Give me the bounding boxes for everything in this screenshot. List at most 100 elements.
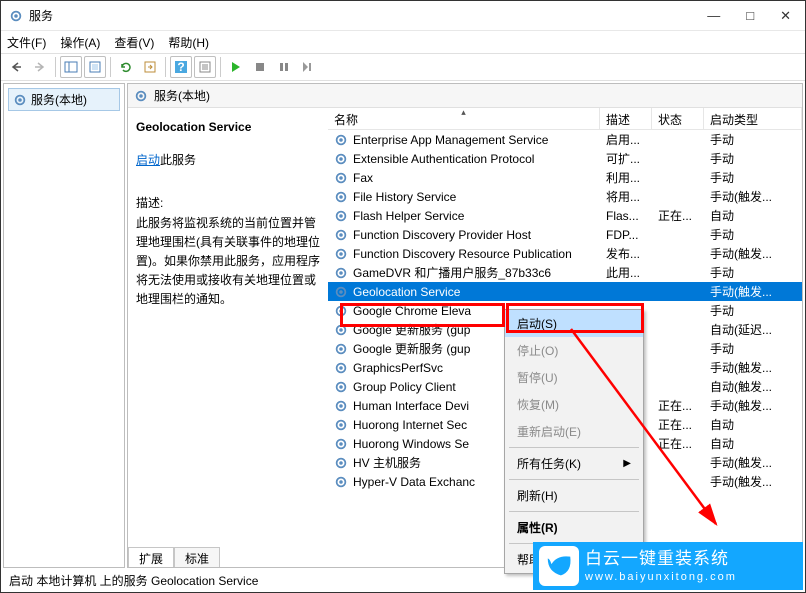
separator (110, 57, 111, 77)
watermark: 白云一键重装系统 www.baiyunxitong.com (533, 542, 803, 590)
column-name[interactable]: 名称▴ (328, 108, 600, 129)
service-icon (334, 304, 348, 318)
service-type: 手动 (704, 340, 802, 357)
service-status: 正在... (652, 207, 704, 224)
ctx-restart: 重新启动(E) (505, 418, 643, 445)
minimize-button[interactable]: — (707, 8, 720, 24)
service-desc: 将用... (600, 188, 652, 205)
table-row[interactable]: GameDVR 和广播用户服务_87b33c6此用...手动 (328, 263, 802, 282)
detail-panel: Geolocation Service 启动此服务 描述: 此服务将监视系统的当… (128, 108, 328, 567)
status-text: 启动 本地计算机 上的服务 Geolocation Service (9, 572, 258, 589)
service-type: 自动(触发... (704, 378, 802, 395)
service-desc: 发布... (600, 245, 652, 262)
tree-node-services-local[interactable]: 服务(本地) (8, 88, 120, 111)
column-desc[interactable]: 描述 (600, 108, 652, 129)
service-desc: 利用... (600, 169, 652, 186)
service-name: Huorong Internet Sec (353, 418, 467, 432)
service-name: Extensible Authentication Protocol (353, 152, 534, 166)
forward-button[interactable] (29, 56, 51, 78)
service-type: 自动 (704, 207, 802, 224)
menu-action[interactable]: 操作(A) (60, 34, 100, 51)
ctx-refresh[interactable]: 刷新(H) (505, 482, 643, 509)
ctx-properties[interactable]: 属性(R) (505, 514, 643, 541)
start-service-suffix: 此服务 (160, 153, 196, 167)
table-row[interactable]: Enterprise App Management Service启用...手动 (328, 130, 802, 149)
service-icon (334, 285, 348, 299)
service-icon (334, 190, 348, 204)
tab-standard[interactable]: 标准 (174, 547, 220, 567)
toolbar: ? (1, 53, 805, 81)
service-name: Hyper-V Data Exchanc (353, 475, 475, 489)
context-menu: 启动(S) 停止(O) 暂停(U) 恢复(M) 重新启动(E) 所有任务(K)▶… (504, 309, 644, 574)
service-type: 手动 (704, 150, 802, 167)
content-header: 服务(本地) (128, 84, 802, 108)
content-pane: 服务(本地) Geolocation Service 启动此服务 描述: 此服务… (127, 83, 803, 568)
stop-service-button[interactable] (249, 56, 271, 78)
content-header-title: 服务(本地) (154, 87, 210, 104)
list-header: 名称▴ 描述 状态 启动类型 (328, 108, 802, 130)
main-area: 服务(本地) 服务(本地) Geolocation Service 启动此服务 … (3, 83, 803, 568)
export-list-button[interactable] (84, 56, 106, 78)
help-button[interactable]: ? (170, 56, 192, 78)
tab-extended[interactable]: 扩展 (128, 547, 174, 567)
table-row[interactable]: Extensible Authentication Protocol可扩...手… (328, 149, 802, 168)
pause-service-button[interactable] (273, 56, 295, 78)
start-service-link[interactable]: 启动 (136, 153, 160, 167)
service-name: Google 更新服务 (gup (353, 340, 470, 357)
service-name: Enterprise App Management Service (353, 133, 548, 147)
table-row[interactable]: Function Discovery Provider HostFDP...手动 (328, 225, 802, 244)
service-name: File History Service (353, 190, 456, 204)
refresh-button[interactable] (115, 56, 137, 78)
service-type: 手动(触发... (704, 283, 802, 300)
service-icon (334, 209, 348, 223)
service-status: 正在... (652, 435, 704, 452)
start-service-line: 启动此服务 (136, 151, 320, 170)
service-type: 手动(触发... (704, 397, 802, 414)
ctx-all-tasks[interactable]: 所有任务(K)▶ (505, 450, 643, 477)
menu-view[interactable]: 查看(V) (114, 34, 154, 51)
service-type: 自动 (704, 435, 802, 452)
export-button[interactable] (139, 56, 161, 78)
column-type[interactable]: 启动类型 (704, 108, 802, 129)
separator (165, 57, 166, 77)
table-row[interactable]: Flash Helper ServiceFlas...正在...自动 (328, 206, 802, 225)
start-service-button[interactable] (225, 56, 247, 78)
table-row[interactable]: Function Discovery Resource Publication 发… (328, 244, 802, 263)
ctx-start[interactable]: 启动(S) (505, 310, 643, 337)
back-button[interactable] (5, 56, 27, 78)
service-type: 手动(触发... (704, 473, 802, 490)
tree-node-label: 服务(本地) (31, 91, 87, 108)
ctx-stop: 停止(O) (505, 337, 643, 364)
sort-asc-icon: ▴ (461, 108, 466, 118)
restart-service-button[interactable] (297, 56, 319, 78)
svg-text:?: ? (177, 60, 184, 74)
column-status[interactable]: 状态 (652, 108, 704, 129)
menu-help[interactable]: 帮助(H) (168, 34, 209, 51)
view-tabs: 扩展 标准 (128, 547, 220, 567)
watermark-url: www.baiyunxitong.com (585, 570, 737, 584)
service-desc: FDP... (600, 228, 652, 242)
service-icon (334, 266, 348, 280)
ctx-resume: 恢复(M) (505, 391, 643, 418)
service-status: 正在... (652, 397, 704, 414)
service-icon (334, 171, 348, 185)
service-icon (334, 228, 348, 242)
service-name: GraphicsPerfSvc (353, 361, 443, 375)
table-row[interactable]: Geolocation Service手动(触发... (328, 282, 802, 301)
table-row[interactable]: File History Service将用...手动(触发... (328, 187, 802, 206)
table-row[interactable]: Fax利用...手动 (328, 168, 802, 187)
ctx-separator (509, 511, 639, 512)
service-name: Function Discovery Provider Host (353, 228, 531, 242)
properties-button[interactable] (194, 56, 216, 78)
service-name: Function Discovery Resource Publication (353, 247, 572, 261)
service-desc: 此用... (600, 264, 652, 281)
service-type: 手动(触发... (704, 245, 802, 262)
close-button[interactable]: ✕ (780, 8, 791, 24)
service-icon (334, 152, 348, 166)
show-hide-tree-button[interactable] (60, 56, 82, 78)
service-icon (334, 418, 348, 432)
menu-file[interactable]: 文件(F) (7, 34, 46, 51)
service-icon (334, 456, 348, 470)
maximize-button[interactable]: □ (746, 8, 754, 24)
service-name: Fax (353, 171, 373, 185)
